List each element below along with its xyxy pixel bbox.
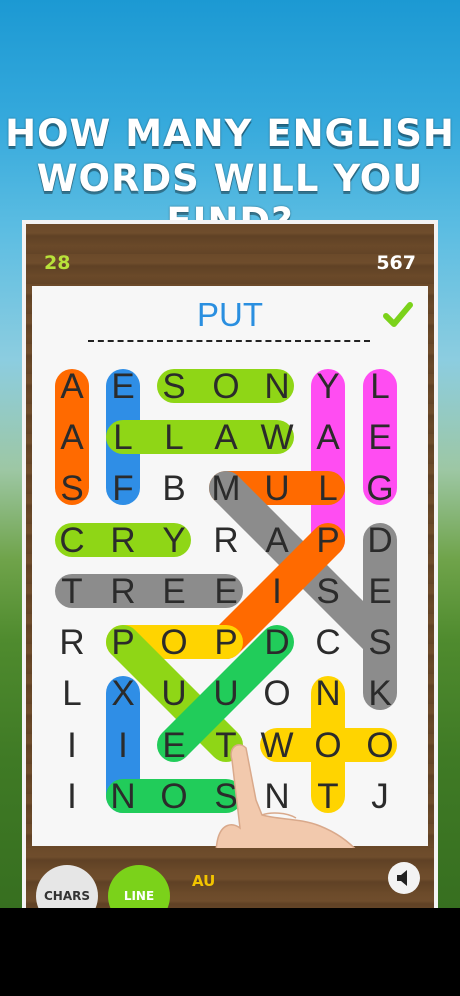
grid-letter[interactable]: L (113, 418, 132, 457)
grid-letter[interactable]: R (110, 572, 135, 611)
grid-letter[interactable]: A (316, 418, 340, 457)
grid-letter[interactable]: L (318, 469, 337, 508)
bottom-black-bar (0, 908, 460, 996)
grid-letter[interactable]: X (111, 674, 134, 713)
grid-letter[interactable]: S (316, 572, 339, 611)
grid-letter[interactable]: O (263, 674, 290, 713)
grid-letter[interactable]: S (60, 469, 83, 508)
grid-letter[interactable]: P (111, 623, 134, 662)
grid-letter[interactable]: A (214, 418, 238, 457)
grid-letter[interactable]: R (110, 521, 135, 560)
grid-letter[interactable]: B (162, 469, 185, 508)
grid-letter[interactable]: U (264, 469, 289, 508)
grid-letter[interactable]: L (164, 418, 183, 457)
grid-letter[interactable]: M (211, 469, 240, 508)
grid-letter[interactable]: N (264, 367, 289, 406)
grid-letter[interactable]: R (59, 623, 84, 662)
grid-letter[interactable]: A (265, 521, 289, 560)
grid-letter[interactable]: A (60, 367, 84, 406)
grid-letter[interactable]: R (213, 521, 238, 560)
grid-letter[interactable]: F (112, 469, 133, 508)
grid-letter[interactable]: E (162, 572, 185, 611)
grid-letter[interactable]: Y (162, 521, 185, 560)
grid-letter[interactable]: A (60, 418, 84, 457)
grid-letter[interactable]: U (161, 674, 186, 713)
grid-letter[interactable]: G (366, 469, 393, 508)
grid-letter[interactable]: C (315, 623, 340, 662)
grid-letter[interactable]: I (118, 726, 128, 765)
grid-letter[interactable]: O (160, 623, 187, 662)
grid-letter[interactable]: E (111, 367, 134, 406)
grid-letter[interactable]: W (260, 726, 293, 765)
grid-letter[interactable]: D (264, 623, 289, 662)
grid-letter[interactable]: O (212, 367, 239, 406)
auto-label[interactable]: AU (192, 872, 215, 890)
grid-letter[interactable]: I (67, 726, 77, 765)
grid-letter[interactable]: P (214, 623, 237, 662)
grid-letter[interactable]: E (368, 572, 391, 611)
grid-letter[interactable]: I (272, 572, 282, 611)
grid-letter[interactable]: T (61, 572, 82, 611)
letter-grid[interactable]: A E S O N Y LA L L A W A ES F B M U L GC R Y R A P DT R E E I S ER P O P D… (0, 0, 460, 908)
grid-letter[interactable]: O (366, 726, 393, 765)
grid-letter[interactable]: P (316, 521, 339, 560)
grid-letter[interactable]: L (370, 367, 389, 406)
grid-letter[interactable]: T (317, 777, 338, 816)
grid-letter[interactable]: J (371, 777, 389, 816)
grid-letter[interactable]: E (162, 726, 185, 765)
grid-letter[interactable]: D (367, 521, 392, 560)
grid-letter[interactable]: N (315, 674, 340, 713)
grid-letter[interactable]: K (368, 674, 391, 713)
grid-letter[interactable]: E (368, 418, 391, 457)
grid-letter[interactable]: Y (316, 367, 339, 406)
grid-letter[interactable]: S (162, 367, 185, 406)
grid-letter[interactable]: C (59, 521, 84, 560)
grid-letter[interactable]: L (62, 674, 81, 713)
grid-letter[interactable]: E (214, 572, 237, 611)
app-screen: HOW MANY ENGLISH WORDS WILL YOU FIND? 28… (0, 0, 460, 996)
speaker-icon (397, 870, 407, 886)
grid-letter[interactable]: W (260, 418, 293, 457)
sound-button[interactable] (388, 862, 420, 894)
grid-letter[interactable]: O (160, 777, 187, 816)
grid-letter[interactable]: U (213, 674, 238, 713)
grid-letter[interactable]: I (67, 777, 77, 816)
grid-letter[interactable]: N (110, 777, 135, 816)
grid-letter[interactable]: O (314, 726, 341, 765)
grid-letter[interactable]: N (264, 777, 289, 816)
grid-letter[interactable]: S (368, 623, 391, 662)
